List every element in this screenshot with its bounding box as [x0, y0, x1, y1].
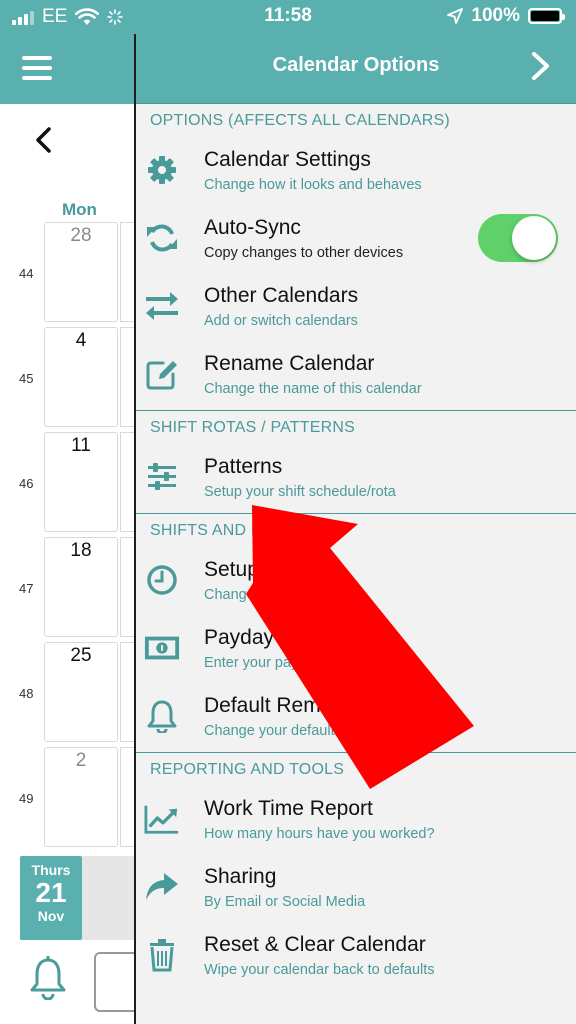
day-cell[interactable]: 28 — [44, 222, 118, 322]
menu-item-subtitle: Change colo nd times — [204, 587, 345, 603]
menu-item-subtitle: Enter your payday — [204, 655, 322, 671]
weekday-label: Mon — [62, 200, 97, 219]
location-arrow-icon — [447, 8, 464, 24]
menu-item-title: Default Remi — [204, 694, 326, 717]
menu-item-subtitle: Change your default s — [204, 723, 346, 739]
menu-item-title: Other Calendars — [204, 284, 359, 307]
section-heading: REPORTING AND TOOLS — [150, 761, 345, 778]
day-number: 4 — [75, 330, 87, 351]
menu-item-auto-sync[interactable]: Auto-Sync Copy changes to other devices — [136, 206, 576, 274]
week-row: 44 28 — [0, 222, 136, 326]
day-number: 28 — [70, 225, 92, 246]
menu-item-title: Auto-Sync — [204, 216, 301, 239]
day-cell[interactable]: 2 — [44, 747, 118, 847]
calendar-month-view: Mon 44 28 45 4 46 11 47 18 48 25 49 2 Th… — [0, 104, 136, 1024]
day-cell[interactable]: 18 — [44, 537, 118, 637]
week-number: 46 — [19, 476, 34, 491]
previous-month-button[interactable] — [34, 124, 52, 163]
menu-item-title: Setup S — [204, 558, 279, 581]
sliders-icon — [144, 459, 180, 495]
today-month: Nov — [37, 908, 65, 924]
trash-icon — [144, 937, 180, 973]
bell-icon[interactable] — [28, 956, 68, 1000]
chevron-left-icon — [36, 127, 51, 153]
menu-item-sharing[interactable]: Sharing By Email or Social Media — [136, 855, 576, 923]
calendar-options-drawer: Calendar Options OPTIONS (AFFECTS ALL CA… — [134, 34, 576, 1024]
menu-item-subtitle: Add or switch calendars — [204, 313, 358, 329]
menu-item-rename-calendar[interactable]: Rename Calendar Change the name of this … — [136, 342, 576, 410]
day-number: 2 — [75, 750, 87, 771]
today-weekday: Thurs — [31, 862, 71, 878]
gear-icon — [144, 152, 180, 188]
menu-item-subtitle: Setup your shift schedule/rota — [204, 484, 396, 500]
sync-icon — [144, 220, 180, 256]
share-arrow-icon — [144, 869, 180, 905]
day-cell[interactable]: 4 — [44, 327, 118, 427]
day-number: 11 — [71, 435, 91, 456]
note-input-box[interactable] — [94, 952, 136, 1012]
menu-item-title: Rename Calendar — [204, 352, 375, 375]
day-number: 18 — [70, 540, 92, 561]
status-bar: EE 11:58 100% — [0, 0, 576, 34]
menu-item-subtitle: Change how it looks and behaves — [204, 177, 422, 193]
money-bill-icon — [144, 630, 180, 666]
week-row: 45 4 — [0, 327, 136, 431]
menu-item-calendar-settings[interactable]: Calendar Settings Change how it looks an… — [136, 138, 576, 206]
week-number: 48 — [19, 686, 34, 701]
menu-item-default-reminders[interactable]: Default Remi Change your default s — [136, 684, 576, 752]
menu-item-patterns[interactable]: Patterns Setup your shift schedule/rota — [136, 445, 576, 513]
calendar-header — [0, 34, 136, 104]
menu-item-work-time-report[interactable]: Work Time Report How many hours have you… — [136, 787, 576, 855]
battery-icon — [528, 8, 565, 24]
menu-item-subtitle: Copy changes to other devices — [204, 245, 404, 261]
week-number: 49 — [19, 791, 34, 806]
menu-item-subtitle: How many hours have you worked? — [204, 826, 435, 842]
week-number: 44 — [19, 266, 34, 281]
menu-item-subtitle: By Email or Social Media — [204, 894, 366, 910]
menu-item-title: Work Time Report — [204, 797, 373, 820]
today-badge[interactable]: Thurs 21 Nov — [20, 856, 82, 940]
week-number: 45 — [19, 371, 34, 386]
today-detail-strip — [82, 856, 136, 940]
menu-item-other-calendars[interactable]: Other Calendars Add or switch calendars — [136, 274, 576, 342]
hamburger-menu-icon[interactable] — [22, 56, 52, 80]
drawer-header: Calendar Options — [136, 34, 576, 104]
menu-item-setup-shifts[interactable]: Setup S Change colo nd times — [136, 548, 576, 616]
edit-pencil-icon — [144, 356, 180, 392]
week-row: 49 2 — [0, 747, 136, 851]
week-row: 46 11 — [0, 432, 136, 536]
auto-sync-toggle[interactable] — [478, 214, 558, 262]
menu-item-payday-settings[interactable]: Payday Se Enter your payday — [136, 616, 576, 684]
menu-item-reset-clear-calendar[interactable]: Reset & Clear Calendar Wipe your calenda… — [136, 923, 576, 991]
clock-icon — [144, 562, 180, 598]
section-heading: OPTIONS (AFFECTS ALL CALENDARS) — [150, 112, 450, 129]
menu-item-title: Payday Se — [204, 626, 306, 649]
day-number: 25 — [70, 645, 92, 666]
week-row: 47 18 — [0, 537, 136, 641]
status-right: 100% — [447, 5, 565, 27]
day-cell[interactable]: 25 — [44, 642, 118, 742]
chevron-right-icon[interactable] — [530, 50, 552, 82]
drawer-title: Calendar Options — [272, 54, 440, 76]
menu-item-title: Reset & Clear Calendar — [204, 933, 426, 956]
menu-item-title: Sharing — [204, 865, 277, 888]
line-chart-icon — [144, 801, 180, 837]
menu-item-title: Patterns — [204, 455, 283, 478]
battery-percent: 100% — [471, 5, 520, 26]
section-heading: SHIFTS AND DE — [150, 522, 274, 539]
swap-arrows-icon — [144, 288, 180, 324]
bell-icon — [144, 698, 180, 734]
section-heading: SHIFT ROTAS / PATTERNS — [150, 419, 356, 436]
week-number: 47 — [19, 581, 34, 596]
menu-item-subtitle: Change the name of this calendar — [204, 381, 422, 397]
menu-item-subtitle: Wipe your calendar back to defaults — [204, 962, 435, 978]
menu-item-title: Calendar Settings — [204, 148, 371, 171]
toggle-knob — [512, 216, 556, 260]
today-day: 21 — [35, 877, 67, 908]
day-cell[interactable]: 11 — [44, 432, 118, 532]
week-row: 48 25 — [0, 642, 136, 746]
